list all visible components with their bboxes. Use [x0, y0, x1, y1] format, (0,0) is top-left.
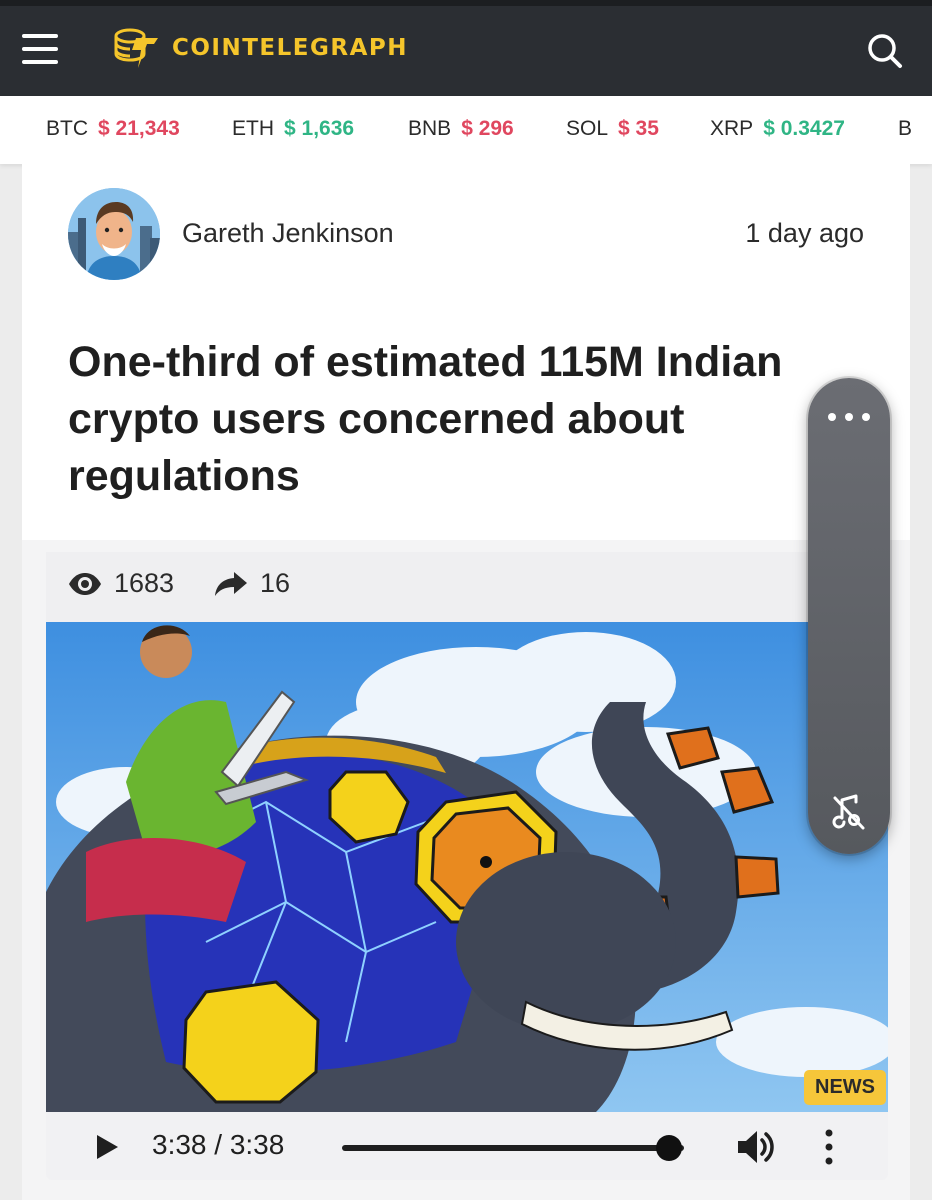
seek-handle[interactable] — [656, 1135, 682, 1161]
ticker-price: $ 1,636 — [284, 117, 355, 140]
hamburger-menu-icon[interactable] — [22, 34, 58, 64]
article-stats-bar: 1683 16 — [46, 552, 888, 622]
author-avatar[interactable] — [68, 188, 160, 280]
site-header: COINTELEGRAPH — [0, 0, 932, 96]
audio-player: 3:38 / 3:38 — [46, 1112, 888, 1180]
views-count: 1683 — [114, 568, 175, 598]
article-media: 1683 16 NEWS 3:38 / 3:38 — [22, 540, 910, 1200]
ticker-item-eth[interactable]: ETH $ 1,636 — [232, 96, 354, 164]
more-vertical-icon[interactable] — [822, 1128, 836, 1166]
search-icon[interactable] — [864, 30, 904, 70]
ticker-symbol: BNB — [408, 117, 452, 140]
more-horizontal-icon[interactable] — [828, 410, 870, 424]
article-card: Gareth Jenkinson 1 day ago One-third of … — [22, 164, 910, 1200]
ticker-symbol: SOL — [566, 117, 609, 140]
ticker-symbol: BTC — [46, 117, 88, 140]
eye-icon — [69, 572, 101, 595]
ticker-item-partial[interactable]: B — [898, 96, 922, 164]
elephant-crypto-illustration — [46, 622, 888, 1112]
seek-bar[interactable] — [342, 1145, 684, 1151]
ticker-item-sol[interactable]: SOL $ 35 — [566, 96, 659, 164]
article-title: One-third of estimated 115M Indian crypt… — [68, 338, 783, 500]
ticker-symbol: ETH — [232, 117, 274, 140]
status-edge — [0, 0, 932, 6]
play-icon[interactable] — [94, 1134, 120, 1160]
author-name[interactable]: Gareth Jenkinson — [182, 218, 394, 249]
volume-icon[interactable] — [736, 1128, 776, 1166]
cointelegraph-logo-icon — [114, 28, 158, 68]
ticker-item-xrp[interactable]: XRP $ 0.3427 — [710, 96, 845, 164]
ticker-price: $ 296 — [461, 117, 514, 140]
price-ticker: BTC $ 21,343 ETH $ 1,636 BNB $ 296 SOL $ 35 … — [0, 96, 932, 164]
ticker-item-btc[interactable]: BTC $ 21,343 — [46, 96, 180, 164]
music-off-icon[interactable] — [832, 794, 866, 832]
floating-audio-widget[interactable] — [808, 378, 890, 854]
publish-time: 1 day ago — [745, 218, 864, 248]
shares-stat[interactable]: 16 — [214, 568, 290, 599]
news-badge: NEWS — [804, 1070, 886, 1105]
views-stat: 1683 — [68, 568, 174, 599]
site-logo[interactable]: COINTELEGRAPH — [112, 24, 408, 72]
ticker-symbol: B — [898, 117, 913, 140]
ticker-price: $ 0.3427 — [763, 117, 845, 140]
ticker-price: $ 21,343 — [98, 117, 180, 140]
share-arrow-icon — [215, 571, 247, 596]
ticker-price: $ 35 — [618, 117, 659, 140]
hero-image: NEWS — [46, 622, 888, 1112]
brand-name: COINTELEGRAPH — [172, 35, 409, 61]
shares-count: 16 — [260, 568, 291, 598]
player-time: 3:38 / 3:38 — [152, 1129, 285, 1160]
ticker-symbol: XRP — [710, 117, 754, 140]
author-avatar-illustration — [68, 188, 160, 280]
ticker-item-bnb[interactable]: BNB $ 296 — [408, 96, 514, 164]
